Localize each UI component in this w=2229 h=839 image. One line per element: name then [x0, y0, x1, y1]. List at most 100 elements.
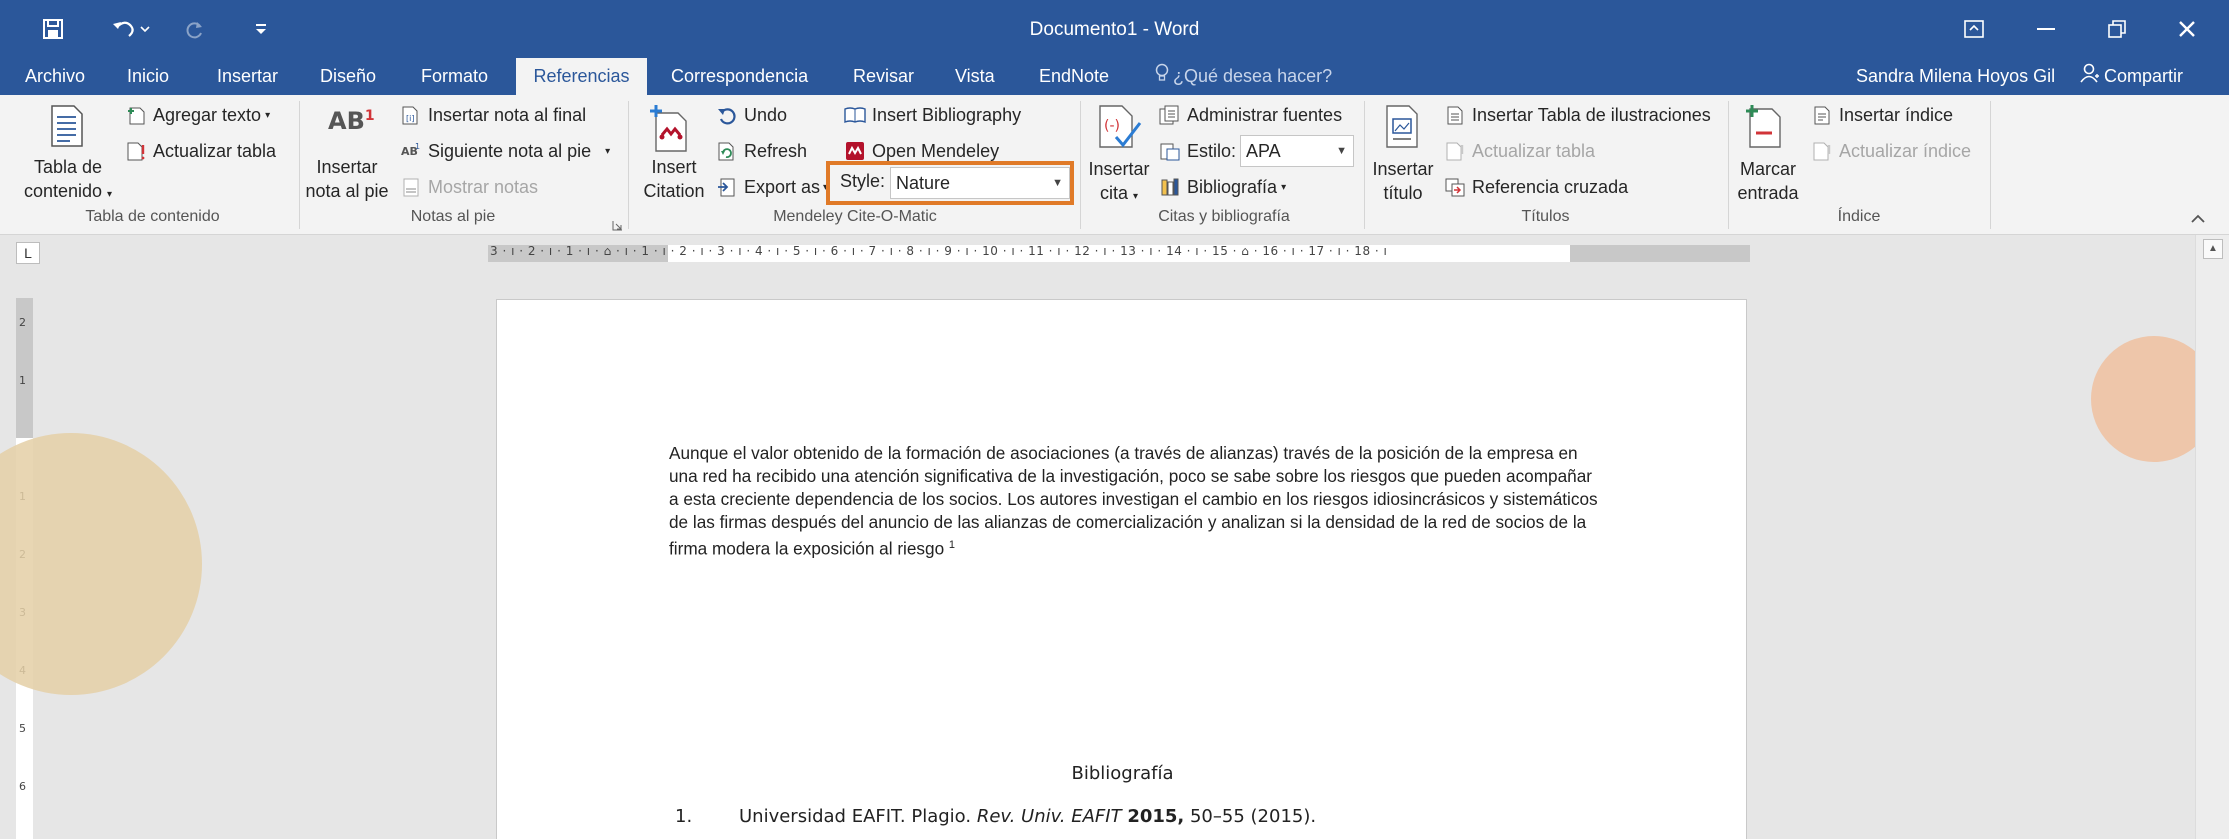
insertar-cita-line2: cita — [1099, 183, 1128, 203]
svg-text:[i]: [i] — [406, 114, 414, 123]
bibliography-icon — [843, 103, 867, 127]
tab-diseno[interactable]: Diseño — [312, 58, 384, 95]
tab-endnote[interactable]: EndNote — [1031, 58, 1117, 95]
group-separator — [1364, 101, 1365, 229]
insertar-nota-final-button[interactable]: [i] Insertar nota al final — [399, 103, 586, 127]
insertar-titulo-button[interactable]: Insertar título — [1368, 157, 1438, 205]
entry-authors: Universidad EAFIT. Plagio. — [739, 806, 972, 827]
minimize-icon[interactable] — [2016, 6, 2076, 52]
decorative-circle-right — [2091, 336, 2195, 462]
group-separator — [299, 101, 300, 229]
group-notas-pie: Notas al pie — [410, 208, 496, 225]
mostrar-notas-label: Mostrar notas — [428, 176, 539, 197]
referencia-cruzada-button[interactable]: Referencia cruzada — [1443, 175, 1628, 199]
actualizar-indice-button[interactable]: Actualizar índice — [1810, 139, 1971, 163]
tab-formato[interactable]: Formato — [413, 58, 496, 95]
body-paragraph[interactable]: Aunque el valor obtenido de la formación… — [669, 442, 1599, 561]
restore-icon[interactable] — [2087, 6, 2147, 52]
style-label: Style: — [840, 171, 886, 191]
ribbon-display-options-icon[interactable] — [1944, 6, 2004, 52]
administrar-fuentes-button[interactable]: Administrar fuentes — [1158, 103, 1342, 127]
dropdown-arrow-icon: ▼ — [1336, 145, 1347, 157]
tab-archivo[interactable]: Archivo — [17, 58, 93, 95]
citation-style-value: Nature — [896, 173, 951, 193]
refresh-label: Refresh — [744, 140, 808, 161]
close-icon[interactable] — [2157, 6, 2217, 52]
estilo-label-text: Estilo: — [1187, 140, 1237, 161]
agregar-texto-label: Agregar texto — [153, 104, 262, 125]
insertar-nota-pie-button[interactable]: Insertar nota al pie — [303, 155, 391, 203]
ruler-scale: 3 · ı · 2 · ı · 1 · ı · ⌂ · ı · 1 · ı · … — [490, 244, 1388, 258]
refresh-button[interactable]: Refresh — [715, 139, 807, 163]
dialog-launcher-icon[interactable] — [612, 215, 623, 236]
agregar-texto-button[interactable]: Agregar texto ▾ — [124, 103, 270, 127]
entry-pages: 50–55 (2015). — [1189, 806, 1317, 827]
svg-text:(-): (-) — [1104, 118, 1120, 134]
mendeley-icon — [843, 139, 867, 163]
marcar-entrada-button[interactable]: Marcar entrada — [1730, 157, 1806, 205]
update-index-icon — [1810, 139, 1834, 163]
undo-button[interactable]: Undo — [715, 103, 787, 127]
manage-sources-icon — [1158, 103, 1182, 127]
add-text-icon — [124, 103, 148, 127]
estilo-label: Estilo: — [1158, 139, 1236, 163]
bibliography-style-select[interactable]: APA ▼ — [1240, 135, 1354, 167]
insert-bibliography-button[interactable]: Insert Bibliography — [843, 103, 1021, 127]
svg-text:1: 1 — [415, 142, 420, 151]
open-mendeley-button[interactable]: Open Mendeley — [843, 139, 999, 163]
tabla-ilustraciones-button[interactable]: Insertar Tabla de ilustraciones — [1443, 103, 1711, 127]
marcar-entrada-line2: entrada — [1737, 183, 1799, 203]
export-as-button[interactable]: Export as ▾ — [715, 175, 828, 199]
dropdown-arrow-icon: ▾ — [107, 189, 113, 200]
citation-style-select[interactable]: Nature ▼ — [890, 167, 1070, 199]
insert-citation-button[interactable]: Insert Citation — [634, 155, 714, 203]
actualizar-tabla-titulos-button[interactable]: Actualizar tabla — [1443, 139, 1595, 163]
tabla-contenido-line1: Tabla de — [33, 157, 103, 177]
insertar-nota-final-label: Insertar nota al final — [428, 104, 587, 125]
actualizar-tabla-titulos-label: Actualizar tabla — [1472, 140, 1596, 161]
tabla-contenido-line2: contenido — [23, 181, 103, 201]
tell-me-search[interactable]: ¿Qué desea hacer? — [1147, 58, 1340, 95]
tab-vista[interactable]: Vista — [947, 58, 1003, 95]
tab-revisar[interactable]: Revisar — [845, 58, 922, 95]
tab-inicio[interactable]: Inicio — [119, 58, 177, 95]
insertar-titulo-line1: Insertar — [1372, 159, 1434, 179]
horizontal-ruler[interactable]: 3 · ı · 2 · ı · 1 · ı · ⌂ · ı · 1 · ı · … — [488, 244, 1750, 262]
group-separator — [1990, 101, 1991, 229]
scroll-up-arrow-icon[interactable]: ▲ — [2203, 239, 2223, 259]
document-page[interactable]: Aunque el valor obtenido de la formación… — [496, 299, 1747, 839]
insertar-cita-button[interactable]: Insertar cita ▾ — [1084, 157, 1154, 209]
group-separator — [1728, 101, 1729, 229]
user-name[interactable]: Sandra Milena Hoyos Gil — [1848, 58, 2063, 95]
vertical-scrollbar[interactable]: ▲ — [2195, 235, 2229, 839]
bibliography-entry[interactable]: 1. Universidad EAFIT. Plagio. Rev. Univ. … — [675, 806, 1316, 827]
group-titulos: Títulos — [1521, 208, 1570, 225]
tabla-ilustraciones-label: Insertar Tabla de ilustraciones — [1472, 104, 1711, 125]
collapse-ribbon-icon[interactable] — [2190, 209, 2206, 230]
table-of-figures-icon — [1443, 103, 1467, 127]
group-mendeley: Mendeley Cite-O-Matic — [773, 208, 937, 225]
footnote-marker[interactable]: 1 — [949, 539, 955, 551]
tab-correspondencia[interactable]: Correspondencia — [663, 58, 816, 95]
bibliografia-button[interactable]: Bibliografía ▾ — [1158, 175, 1286, 199]
siguiente-nota-button[interactable]: AB 1 Siguiente nota al pie ▾ — [399, 139, 610, 163]
mostrar-notas-button[interactable]: Mostrar notas — [399, 175, 538, 199]
vruler-mark: 6 — [19, 780, 26, 793]
marcar-entrada-line1: Marcar — [1739, 159, 1796, 179]
insertar-indice-button[interactable]: Insertar índice — [1810, 103, 1953, 127]
referencia-cruzada-label: Referencia cruzada — [1472, 176, 1629, 197]
insert-bibliography-label: Insert Bibliography — [872, 104, 1022, 125]
tabla-contenido-button[interactable]: Tabla de contenido ▾ — [20, 155, 116, 207]
tab-insertar[interactable]: Insertar — [209, 58, 286, 95]
actualizar-tabla-toc-button[interactable]: Actualizar tabla — [124, 139, 276, 163]
bibliografia-label: Bibliografía — [1187, 176, 1278, 197]
entry-number: 1. — [675, 806, 693, 827]
share-label: Compartir — [2104, 66, 2184, 86]
share-button[interactable]: Compartir — [2072, 58, 2191, 95]
bibliography-style-value: APA — [1246, 141, 1281, 161]
document-workspace: L 3 · ı · 2 · ı · 1 · ı · ⌂ · ı · 1 · ı … — [0, 235, 2195, 839]
vruler-mark: 5 — [19, 722, 26, 735]
tab-selector[interactable]: L — [16, 242, 40, 264]
style-icon — [1158, 139, 1182, 163]
tab-referencias[interactable]: Referencias — [516, 58, 647, 95]
